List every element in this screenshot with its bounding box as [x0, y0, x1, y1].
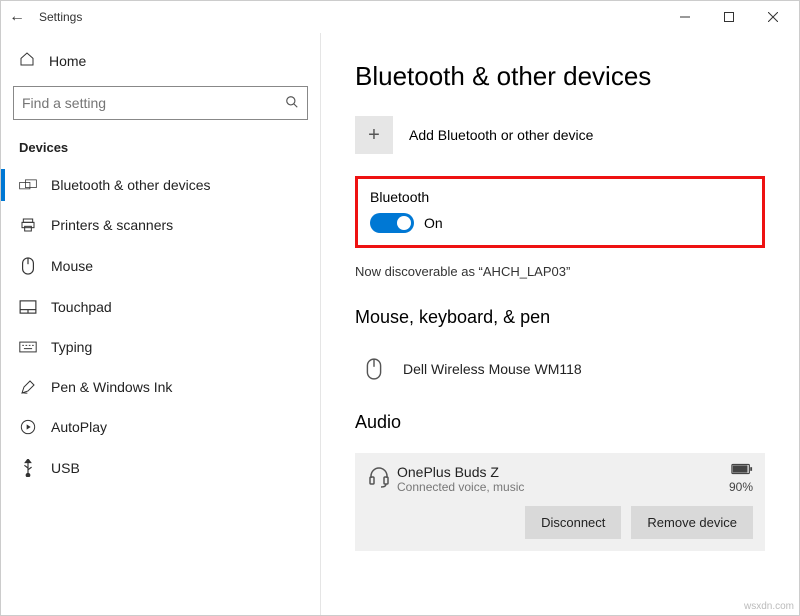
- add-device-button[interactable]: + Add Bluetooth or other device: [355, 116, 765, 154]
- disconnect-button[interactable]: Disconnect: [525, 506, 621, 539]
- search-box[interactable]: [13, 86, 308, 120]
- sidebar-item-pen[interactable]: Pen & Windows Ink: [9, 367, 312, 407]
- category-label: Devices: [9, 134, 312, 165]
- minimize-button[interactable]: [663, 3, 707, 31]
- sidebar-item-label: Printers & scanners: [51, 217, 173, 233]
- sidebar-item-label: Bluetooth & other devices: [51, 177, 211, 193]
- page-title: Bluetooth & other devices: [355, 61, 765, 92]
- bluetooth-toggle[interactable]: [370, 213, 414, 233]
- add-device-label: Add Bluetooth or other device: [409, 127, 593, 143]
- headset-icon: [367, 464, 397, 493]
- home-link[interactable]: Home: [9, 41, 312, 80]
- touchpad-icon: [19, 300, 37, 314]
- mouse-icon: [19, 257, 37, 275]
- audio-device-card[interactable]: OnePlus Buds Z Connected voice, music 90…: [355, 453, 765, 551]
- sidebar-item-label: Typing: [51, 339, 92, 355]
- pen-icon: [19, 379, 37, 395]
- bluetooth-devices-icon: [19, 178, 37, 192]
- main-panel: Bluetooth & other devices + Add Bluetoot…: [321, 33, 799, 615]
- discoverable-text: Now discoverable as “AHCH_LAP03”: [355, 264, 765, 279]
- mouse-device-icon: [361, 358, 387, 380]
- printer-icon: [19, 217, 37, 233]
- keyboard-icon: [19, 341, 37, 353]
- bluetooth-state: On: [424, 215, 443, 231]
- close-button[interactable]: [751, 3, 795, 31]
- bluetooth-label: Bluetooth: [370, 189, 750, 205]
- home-label: Home: [49, 53, 86, 69]
- sidebar-item-autoplay[interactable]: AutoPlay: [9, 407, 312, 447]
- home-icon: [19, 51, 35, 70]
- content-area: Home Devices Bluetooth & other devices: [1, 33, 799, 615]
- bluetooth-highlight-box: Bluetooth On: [355, 176, 765, 248]
- section-mouse-title: Mouse, keyboard, & pen: [355, 307, 765, 328]
- battery-percent: 90%: [729, 480, 753, 494]
- audio-device-name: OnePlus Buds Z: [397, 464, 729, 480]
- section-audio-title: Audio: [355, 412, 765, 433]
- sidebar-item-bluetooth[interactable]: Bluetooth & other devices: [9, 165, 312, 205]
- settings-window: ← Settings Home: [0, 0, 800, 616]
- sidebar: Home Devices Bluetooth & other devices: [1, 33, 321, 615]
- autoplay-icon: [19, 419, 37, 435]
- usb-icon: [19, 459, 37, 477]
- device-mouse-row[interactable]: Dell Wireless Mouse WM118: [355, 348, 765, 390]
- audio-device-status: Connected voice, music: [397, 480, 729, 494]
- maximize-button[interactable]: [707, 3, 751, 31]
- sidebar-item-label: USB: [51, 460, 80, 476]
- sidebar-item-mouse[interactable]: Mouse: [9, 245, 312, 287]
- search-input[interactable]: [22, 95, 285, 111]
- sidebar-item-touchpad[interactable]: Touchpad: [9, 287, 312, 327]
- remove-device-button[interactable]: Remove device: [631, 506, 753, 539]
- sidebar-item-label: AutoPlay: [51, 419, 107, 435]
- sidebar-item-label: Mouse: [51, 258, 93, 274]
- search-icon: [285, 95, 299, 112]
- device-mouse-name: Dell Wireless Mouse WM118: [403, 361, 582, 377]
- sidebar-item-label: Touchpad: [51, 299, 112, 315]
- watermark: wsxdn.com: [744, 601, 794, 612]
- sidebar-item-usb[interactable]: USB: [9, 447, 312, 489]
- sidebar-item-typing[interactable]: Typing: [9, 327, 312, 367]
- battery-icon: [731, 463, 753, 478]
- window-title: Settings: [39, 10, 82, 24]
- titlebar: ← Settings: [1, 1, 799, 33]
- plus-icon: +: [355, 116, 393, 154]
- sidebar-item-printers[interactable]: Printers & scanners: [9, 205, 312, 245]
- sidebar-item-label: Pen & Windows Ink: [51, 379, 172, 395]
- back-button[interactable]: ←: [9, 8, 25, 26]
